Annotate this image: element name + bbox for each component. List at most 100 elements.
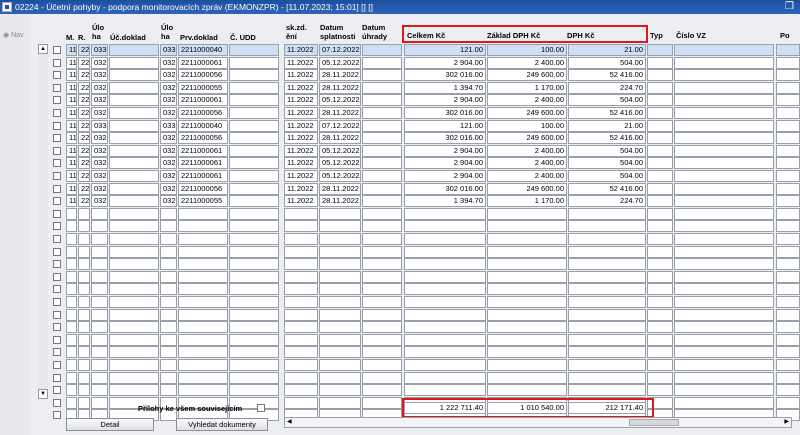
cell-uhrady[interactable] xyxy=(362,371,402,384)
cell-m[interactable] xyxy=(66,296,77,308)
cell-vz[interactable] xyxy=(674,81,774,94)
cell-po[interactable] xyxy=(776,321,800,334)
cell-uhrady[interactable] xyxy=(362,333,402,346)
cell-sk[interactable] xyxy=(284,384,318,397)
cell-typ[interactable] xyxy=(647,245,673,258)
cell-vz[interactable] xyxy=(674,233,774,245)
cell-uloha1[interactable] xyxy=(91,258,108,271)
cell-ucdoklad[interactable] xyxy=(109,170,159,182)
cell-uloha1[interactable] xyxy=(91,384,108,397)
cell-ucdoklad[interactable] xyxy=(109,157,159,170)
cell-dph[interactable]: 504.00 xyxy=(568,56,646,69)
cell-po[interactable] xyxy=(776,56,800,69)
cell-r[interactable] xyxy=(78,396,90,409)
cell-splat[interactable] xyxy=(319,283,361,296)
cell-r[interactable]: 22 xyxy=(78,195,90,208)
cell-zaklad[interactable] xyxy=(487,220,567,233)
cell-sk[interactable] xyxy=(284,207,318,220)
cell-uloha2[interactable] xyxy=(160,233,177,245)
cell-ucdoklad[interactable] xyxy=(109,296,159,308)
cell-ucdoklad[interactable] xyxy=(109,220,159,233)
cell-cudd[interactable] xyxy=(229,245,279,258)
row-checkbox[interactable] xyxy=(53,96,61,105)
cell-dph[interactable] xyxy=(568,270,646,283)
cell-uloha1[interactable]: 032 xyxy=(91,182,108,195)
cell-sk[interactable]: 11.2022 xyxy=(284,119,318,132)
cell-typ[interactable] xyxy=(647,119,673,132)
row-checkbox[interactable] xyxy=(53,134,61,143)
cell-celkem[interactable] xyxy=(404,384,486,397)
cell-r[interactable] xyxy=(78,283,90,296)
cell-splat[interactable] xyxy=(319,321,361,334)
cell-po[interactable] xyxy=(776,220,800,233)
cell-typ[interactable] xyxy=(647,220,673,233)
cell-dph[interactable] xyxy=(568,283,646,296)
row-checkbox[interactable] xyxy=(53,46,61,54)
cell-po[interactable] xyxy=(776,170,800,182)
cell-sk[interactable]: 11.2022 xyxy=(284,144,318,157)
cell-po[interactable] xyxy=(776,132,800,145)
cell-typ[interactable] xyxy=(647,157,673,170)
cell-vz[interactable] xyxy=(674,396,774,409)
cell-splat[interactable] xyxy=(319,270,361,283)
cell-sk[interactable]: 11.2022 xyxy=(284,94,318,107)
cell-cudd[interactable] xyxy=(229,182,279,195)
cell-m[interactable] xyxy=(66,384,77,397)
cell-m[interactable]: 11 xyxy=(66,157,77,170)
cell-r[interactable]: 22 xyxy=(78,69,90,82)
cell-sk[interactable] xyxy=(284,371,318,384)
cell-uloha1[interactable] xyxy=(91,396,108,409)
row-checkbox[interactable] xyxy=(53,172,61,180)
cell-uloha2[interactable]: 032 xyxy=(160,132,177,145)
cell-zaklad[interactable]: 1 170.00 xyxy=(487,195,567,208)
cell-r[interactable] xyxy=(78,233,90,245)
cell-po[interactable] xyxy=(776,384,800,397)
cell-sk[interactable]: 11.2022 xyxy=(284,195,318,208)
cell-cudd[interactable] xyxy=(229,346,279,359)
cell-prv[interactable] xyxy=(178,359,228,371)
cell-celkem[interactable] xyxy=(404,207,486,220)
cell-prv[interactable] xyxy=(178,384,228,397)
cell-dph[interactable]: 52 416.00 xyxy=(568,182,646,195)
cell-ucdoklad[interactable] xyxy=(109,182,159,195)
cell-m[interactable]: 11 xyxy=(66,170,77,182)
cell-vz[interactable] xyxy=(674,144,774,157)
cell-prv[interactable] xyxy=(178,283,228,296)
cell-uloha2[interactable]: 032 xyxy=(160,69,177,82)
cell-zaklad[interactable] xyxy=(487,283,567,296)
cell-po[interactable] xyxy=(776,396,800,409)
cell-typ[interactable] xyxy=(647,170,673,182)
cell-vz[interactable] xyxy=(674,182,774,195)
cell-sk[interactable]: 11.2022 xyxy=(284,170,318,182)
cell-uloha2[interactable]: 032 xyxy=(160,144,177,157)
cell-vz[interactable] xyxy=(674,296,774,308)
cell-splat[interactable]: 07.12.2022 xyxy=(319,44,361,56)
cell-uloha1[interactable]: 032 xyxy=(91,56,108,69)
cell-cudd[interactable] xyxy=(229,157,279,170)
cell-vz[interactable] xyxy=(674,56,774,69)
cell-po[interactable] xyxy=(776,283,800,296)
cell-po[interactable] xyxy=(776,107,800,119)
cell-vz[interactable] xyxy=(674,283,774,296)
cell-r[interactable] xyxy=(78,245,90,258)
row-checkbox[interactable] xyxy=(53,235,61,243)
cell-uloha2[interactable] xyxy=(160,359,177,371)
cell-m[interactable] xyxy=(66,233,77,245)
cell-r[interactable]: 22 xyxy=(78,182,90,195)
cell-dph[interactable] xyxy=(568,384,646,397)
cell-splat[interactable]: 05.12.2022 xyxy=(319,94,361,107)
cell-cudd[interactable] xyxy=(229,195,279,208)
cell-dph[interactable]: 52 416.00 xyxy=(568,107,646,119)
cell-typ[interactable] xyxy=(647,321,673,334)
cell-cudd[interactable] xyxy=(229,69,279,82)
cell-uhrady[interactable] xyxy=(362,283,402,296)
row-checkbox[interactable] xyxy=(53,260,61,269)
cell-splat[interactable]: 05.12.2022 xyxy=(319,56,361,69)
cell-celkem[interactable]: 302 016.00 xyxy=(404,132,486,145)
cell-typ[interactable] xyxy=(647,384,673,397)
cell-splat[interactable] xyxy=(319,245,361,258)
cell-ucdoklad[interactable] xyxy=(109,283,159,296)
scroll-down-button[interactable]: ▼ xyxy=(38,389,48,399)
cell-r[interactable]: 22 xyxy=(78,144,90,157)
cell-splat[interactable] xyxy=(319,346,361,359)
